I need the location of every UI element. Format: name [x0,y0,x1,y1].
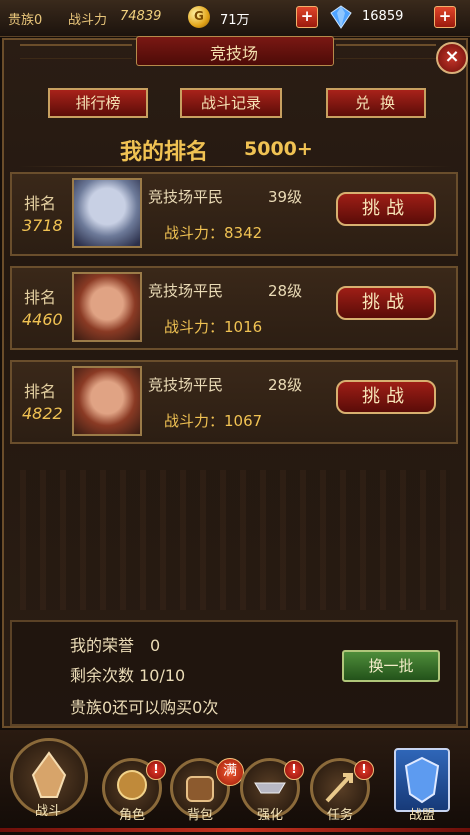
divider [18,166,452,167]
rank-label: 排名 [24,288,57,307]
panel-title: 竞技场 [209,44,258,63]
opponent-power: 战斗力：1067 [164,412,263,430]
nav-guild-button[interactable] [394,748,450,812]
tab-exchange[interactable]: 兑换 [326,88,426,118]
nav-label: 战盟 [408,808,435,823]
nav-label: 战斗 [34,804,61,819]
opponent-name: 竞技场平民 [148,282,224,300]
opponent-level: 28级 [268,282,303,300]
rank-label: 排名 [24,382,57,401]
power-value: 74839 [120,9,162,24]
tab-leaderboard[interactable]: 排行榜 [48,88,148,118]
gold-amount: 71万 [220,13,250,28]
opponent-avatar[interactable] [72,178,142,248]
honor-text: 我的荣誉 0 [70,636,161,655]
diamond-icon [330,5,352,29]
challenge-button[interactable]: 挑战 [336,192,436,226]
opponent-level: 28级 [268,376,303,394]
noble-purchase-text: 贵族0还可以购买0次 [70,698,219,717]
guild-shield-icon [404,756,440,804]
opponent-avatar[interactable] [72,272,142,342]
add-gold-button[interactable]: + [296,6,318,28]
opponent-avatar[interactable] [72,366,142,436]
gold-coin-icon [188,6,210,28]
my-rank-value: 5000+ [244,138,313,160]
refresh-opponents-button[interactable]: 换一批 [342,650,440,682]
opponent-power: 战斗力：1016 [164,318,263,336]
panel-background-art [20,470,450,610]
alert-badge: ! [284,760,304,780]
rank-value: 3718 [22,216,63,235]
rank-value: 4822 [22,404,63,423]
opponent-level: 39级 [268,188,303,206]
close-button[interactable]: × [436,42,468,74]
challenge-button[interactable]: 挑战 [336,380,436,414]
opponent-power: 战斗力：8342 [164,224,263,242]
opponent-name: 竞技场平民 [148,376,224,394]
rank-value: 4460 [22,310,63,329]
nav-label: 角色 [118,808,145,823]
nav-label: 背包 [186,808,213,823]
rank-label: 排名 [24,194,57,213]
title-ornament-right [336,44,436,59]
nav-label: 任务 [326,808,353,823]
title-ornament-left [20,44,132,59]
gem-amount: 16859 [362,9,404,24]
alert-badge: ! [354,760,374,780]
nav-label: 强化 [256,808,283,823]
challenge-button[interactable]: 挑战 [336,286,436,320]
power-label: 战斗力 [68,13,108,28]
noble-level: 贵族0 [8,13,43,28]
add-gem-button[interactable]: + [434,6,456,28]
tab-battle-log[interactable]: 战斗记录 [180,88,282,118]
alert-badge: ! [146,760,166,780]
remaining-attempts: 剩余次数 10/10 [70,666,186,685]
opponent-name: 竞技场平民 [148,188,224,206]
bottom-trim [0,828,470,832]
my-rank-label: 我的排名 [120,140,209,165]
